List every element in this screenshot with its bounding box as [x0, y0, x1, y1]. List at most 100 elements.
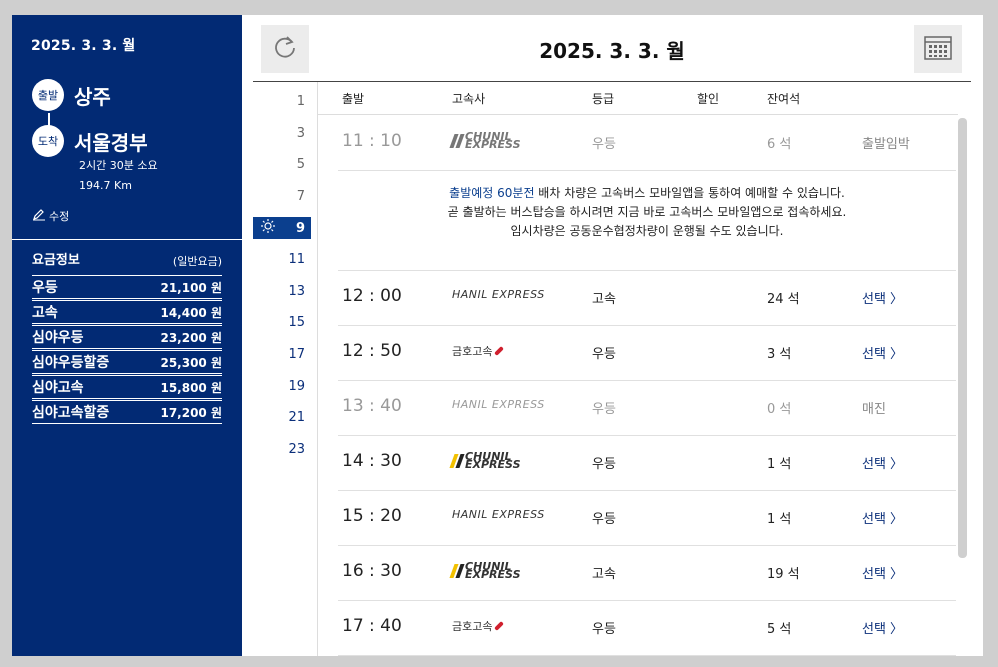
remaining-seats: 1 석	[767, 457, 792, 472]
fare-row: 심야고속할증 17,200 원	[32, 400, 222, 424]
hour-7[interactable]: 7	[253, 185, 311, 207]
grade: 고속	[592, 567, 616, 582]
departure-time: 17 : 40	[342, 616, 402, 636]
row-status: 출발임박	[862, 137, 910, 152]
company-name: CHUNIL EXPRESS	[465, 560, 521, 581]
hour-9-selected[interactable]: 9	[253, 217, 311, 239]
hour-23[interactable]: 23	[253, 438, 311, 460]
pencil-icon	[32, 207, 46, 224]
hour-3[interactable]: 3	[253, 122, 311, 144]
departure-time: 12 : 00	[342, 286, 402, 306]
fare-grade: 심야우등	[32, 330, 84, 346]
hour-21[interactable]: 21	[253, 406, 311, 428]
departure-time: 15 : 20	[342, 506, 402, 526]
calendar-button[interactable]	[914, 25, 962, 73]
column-headers: 출발 고속사 등급 할인 잔여석	[318, 82, 958, 115]
hour-19[interactable]: 19	[253, 375, 311, 397]
col-departure: 출발	[342, 92, 365, 106]
departure-time: 13 : 40	[342, 396, 402, 416]
schedule-row[interactable]: 14 : 30 CHUNIL EXPRESS 우등 1 석 선택 〉	[338, 435, 956, 491]
remaining-seats: 1 석	[767, 512, 792, 527]
select-button[interactable]: 선택 〉	[862, 563, 903, 582]
schedule-row: 13 : 40 HANIL EXPRESS 우등 0 석 매진	[338, 380, 956, 436]
fare-table: 우등 21,100 원 고속 14,400 원 심야우등 23,200 원 심야우등할…	[32, 275, 222, 425]
departure-time: 16 : 30	[342, 561, 402, 581]
grade: 우등	[592, 347, 616, 362]
company-name: 금호고속	[452, 620, 493, 633]
remaining-seats: 19 석	[767, 567, 800, 582]
departure-badge: 출발	[32, 79, 64, 111]
fare-grade: 고속	[32, 305, 58, 321]
hour-1[interactable]: 1	[253, 90, 311, 112]
company-logo-hanil: HANIL EXPRESS	[452, 288, 545, 301]
grade: 우등	[592, 622, 616, 637]
hour-5[interactable]: 5	[253, 153, 311, 175]
fare-type-label: (일반요금)	[172, 255, 222, 268]
trip-distance: 194.7 Km	[79, 179, 132, 192]
schedule-list: 출발 고속사 등급 할인 잔여석 11 : 10 CHUNIL EXPRESS …	[318, 82, 971, 656]
page-title: 2025. 3. 3. 월	[539, 39, 685, 63]
select-button[interactable]: 선택 〉	[862, 618, 903, 637]
hour-17[interactable]: 17	[253, 343, 311, 365]
select-button[interactable]: 선택 〉	[862, 508, 903, 527]
grade: 고속	[592, 292, 616, 307]
notice-line-3: 임시차량은 공동운수협정차량이 운행될 수도 있습니다.	[510, 224, 784, 238]
fare-price: 17,200 원	[160, 405, 222, 420]
remaining-seats: 24 석	[767, 292, 800, 307]
fare-row: 심야고속 15,800 원	[32, 375, 222, 399]
company-logo-chunil: CHUNIL EXPRESS	[449, 450, 521, 471]
fare-row: 우등 21,100 원	[32, 275, 222, 299]
trip-duration: 2시간 30분 소요	[79, 159, 158, 172]
notice-highlight: 출발예정 60분전	[449, 186, 535, 200]
sold-out-label: 매진	[862, 402, 886, 417]
col-discount: 할인	[697, 92, 720, 106]
remaining-seats: 5 석	[767, 622, 792, 637]
schedule-row[interactable]: 12 : 50 금호고속 우등 3 석 선택 〉	[338, 325, 956, 381]
schedule-row[interactable]: 15 : 20 HANIL EXPRESS 우등 1 석 선택 〉	[338, 490, 956, 546]
col-grade: 등급	[592, 92, 615, 106]
notice-line-1: 출발예정 60분전 배차 차량은 고속버스 모바일앱을 통하여 예매할 수 있습…	[338, 184, 956, 203]
edit-route-button[interactable]: 수정	[32, 207, 69, 224]
hour-label: 9	[295, 220, 305, 236]
fare-grade: 우등	[32, 280, 58, 296]
fare-price: 15,800 원	[160, 380, 222, 395]
scrollbar[interactable]	[958, 118, 967, 558]
select-button[interactable]: 선택 〉	[862, 343, 903, 362]
company-logo-kumho: 금호고속	[452, 343, 505, 359]
select-button[interactable]: 선택 〉	[862, 453, 903, 472]
schedule-row[interactable]: 16 : 30 CHUNIL EXPRESS 고속 19 석 선택 〉	[338, 545, 956, 601]
hour-15[interactable]: 15	[253, 311, 311, 333]
remaining-seats: 3 석	[767, 347, 792, 362]
notice-box: 출발예정 60분전 배차 차량은 고속버스 모바일앱을 통하여 예매할 수 있습…	[338, 170, 956, 271]
remaining-seats: 0 석	[767, 402, 792, 417]
departure-terminal: 상주	[74, 85, 111, 109]
col-company: 고속사	[452, 92, 486, 106]
fare-row: 심야우등 23,200 원	[32, 325, 222, 349]
fare-grade: 심야고속	[32, 380, 84, 396]
hour-11[interactable]: 11	[253, 248, 311, 270]
company-name: CHUNIL EXPRESS	[465, 130, 521, 151]
company-logo-chunil: CHUNIL EXPRESS	[449, 130, 521, 151]
edit-label: 수정	[49, 209, 70, 223]
kumho-mark-icon	[494, 346, 505, 356]
calendar-icon	[924, 34, 952, 64]
fare-row: 심야우등할증 25,300 원	[32, 350, 222, 374]
fare-info-title: 요금정보	[32, 253, 80, 268]
select-button[interactable]: 선택 〉	[862, 288, 903, 307]
sidebar: 2025. 3. 3. 월 출발 상주 도착 서울경부 2시간 30분 소요 1…	[12, 15, 242, 656]
col-seats: 잔여석	[767, 92, 801, 106]
arrival-badge: 도착	[32, 125, 64, 157]
hour-13[interactable]: 13	[253, 280, 311, 302]
company-name: CHUNIL EXPRESS	[465, 450, 521, 471]
company-logo-kumho: 금호고속	[452, 618, 505, 634]
sidebar-divider	[12, 239, 242, 240]
schedule-row[interactable]: 12 : 00 HANIL EXPRESS 고속 24 석 선택 〉	[338, 270, 956, 326]
fare-grade: 심야우등할증	[32, 355, 110, 371]
hour-filter-column: 1 3 5 7 9 11 13 15 17 19 21 23	[253, 82, 318, 656]
fare-grade: 심야고속할증	[32, 405, 110, 421]
schedule-row[interactable]: 17 : 40 금호고속 우등 5 석 선택 〉	[338, 600, 956, 656]
grade: 우등	[592, 512, 616, 527]
arrival-terminal: 서울경부	[74, 131, 148, 155]
grade: 우등	[592, 457, 616, 472]
company-logo-hanil: HANIL EXPRESS	[452, 508, 545, 521]
